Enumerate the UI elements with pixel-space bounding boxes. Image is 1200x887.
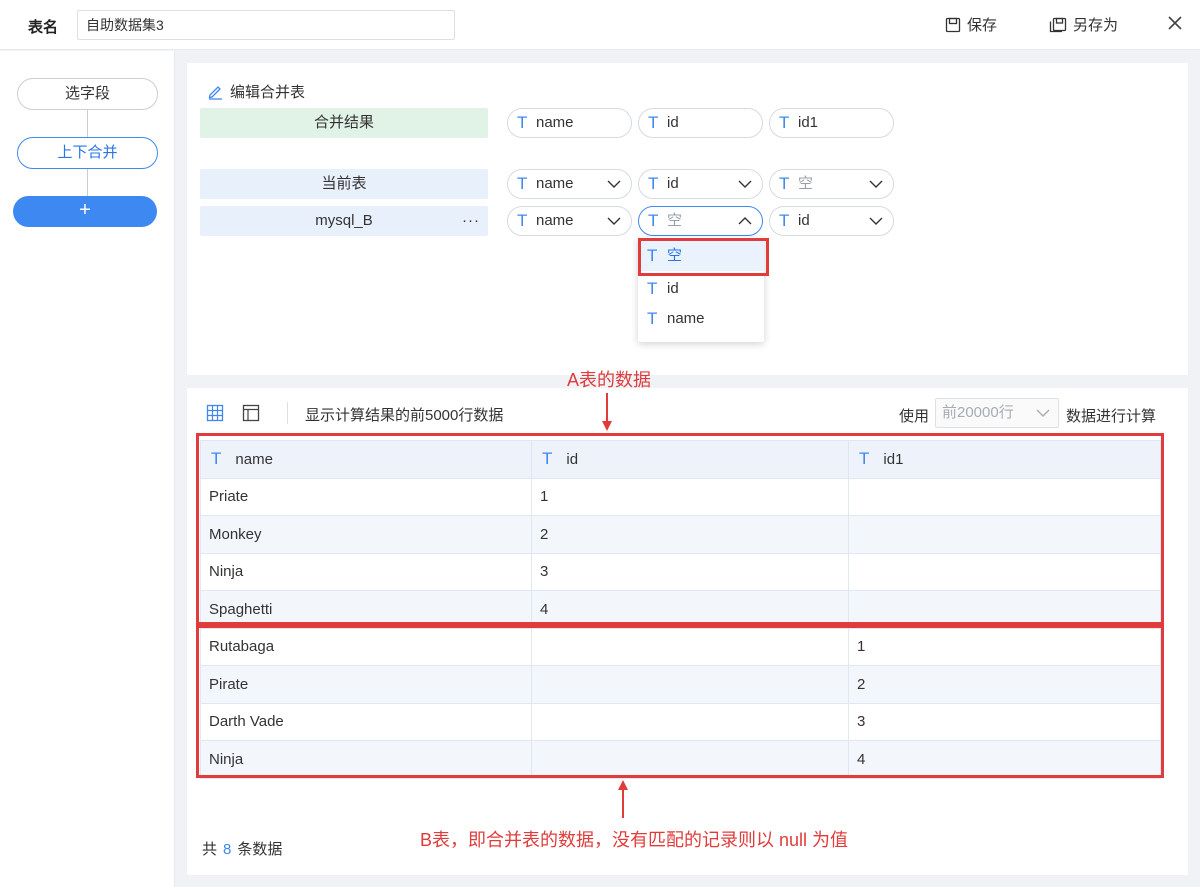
merge-result-label: 合并结果 [200,108,488,138]
table-name-input[interactable] [77,10,455,40]
chevron-down-icon [1036,409,1050,417]
field-label: name [536,175,574,192]
annotation-table-a: A表的数据 [567,370,652,390]
field-label: 空 [667,212,683,229]
union-config-panel: 编辑合并表 合并结果 T name T id T id1 当前表 T name … [187,63,1188,375]
text-type-icon: T [648,211,659,230]
chevron-down-icon [869,180,883,188]
mysql-b-field-select[interactable]: T id [769,206,894,236]
dropdown-option-name[interactable]: T name [638,304,764,334]
text-type-icon: T [647,309,658,328]
field-label: id [667,175,679,192]
row-count-prefix: 共 [202,841,218,858]
text-type-icon: T [779,211,790,230]
field-label: id [667,114,679,131]
layout-view-icon[interactable] [242,404,260,422]
flow-panel: 选字段 上下合并 + [0,51,175,887]
current-table-label: 当前表 [200,169,488,199]
close-icon[interactable] [1165,13,1185,33]
save-button[interactable]: 保存 [945,14,997,35]
row-count: 共 8 条数据 [202,838,282,859]
row-limit-suffix: 数据进行计算 [1066,408,1157,425]
chevron-down-icon [869,217,883,225]
more-options-icon[interactable]: ··· [462,206,480,236]
merge-result-field-name[interactable]: T name [507,108,632,138]
row-count-suffix: 条数据 [237,841,283,858]
highlight-box-empty-option [638,238,769,276]
chevron-down-icon [607,180,621,188]
row-count-value: 8 [223,841,232,858]
highlight-box-table-b [196,625,1164,778]
text-type-icon: T [517,211,528,230]
edit-union-label: 编辑合并表 [230,84,306,101]
text-type-icon: T [647,279,658,298]
top-bar: 表名 保存 另存为 [0,0,1200,50]
save-as-label: 另存为 [1073,17,1119,34]
toolbar-divider [287,402,288,424]
option-label: name [667,310,705,327]
text-type-icon: T [517,113,528,132]
merge-result-field-id[interactable]: T id [638,108,763,138]
row-limit-select[interactable]: 前20000行 [935,398,1059,428]
save-label: 保存 [967,17,998,34]
save-as-button[interactable]: 另存为 [1049,14,1118,35]
field-label: name [536,212,574,229]
grid-view-icon[interactable] [206,404,224,422]
arrow-up-icon [618,780,628,818]
text-type-icon: T [779,113,790,132]
highlight-box-table-a [196,433,1164,625]
flow-node-select-fields[interactable]: 选字段 [17,78,158,110]
flow-connector [87,110,88,137]
field-label: 空 [798,175,814,192]
text-type-icon: T [648,174,659,193]
row-limit-prefix: 使用 [899,408,930,425]
preview-note: 显示计算结果的前5000行数据 [305,407,504,424]
current-table-field-select[interactable]: T id [638,169,763,199]
merge-result-field-id1[interactable]: T id1 [769,108,894,138]
save-icon [945,17,961,32]
text-type-icon: T [648,113,659,132]
mysql-b-table-label: mysql_B ··· [200,206,488,236]
edit-icon [208,86,222,100]
text-type-icon: T [779,174,790,193]
arrow-down-icon [602,393,612,431]
mysql-b-field-select-open[interactable]: T 空 [638,206,763,236]
annotation-table-b: B表，即合并表的数据，没有匹配的记录则以 null 为值 [420,830,849,850]
chevron-up-icon [738,217,752,225]
field-label: id [798,212,810,229]
text-type-icon: T [517,174,528,193]
field-label: name [536,114,574,131]
chevron-down-icon [738,180,752,188]
current-table-field-select[interactable]: T 空 [769,169,894,199]
mysql-b-field-select[interactable]: T name [507,206,632,236]
table-name-label: 表名 [28,19,59,36]
table-name: mysql_B [315,212,373,229]
add-step-button[interactable]: + [13,196,157,227]
current-table-field-select[interactable]: T name [507,169,632,199]
chevron-down-icon [607,217,621,225]
edit-union-title[interactable]: 编辑合并表 [207,81,305,102]
field-label: id1 [798,114,819,131]
save-as-icon [1049,17,1067,32]
flow-node-union[interactable]: 上下合并 [17,137,158,169]
flow-connector [87,169,88,196]
dropdown-option-id[interactable]: T id [638,274,764,304]
option-label: id [667,280,679,297]
row-limit-value: 前20000行 [942,404,1014,421]
